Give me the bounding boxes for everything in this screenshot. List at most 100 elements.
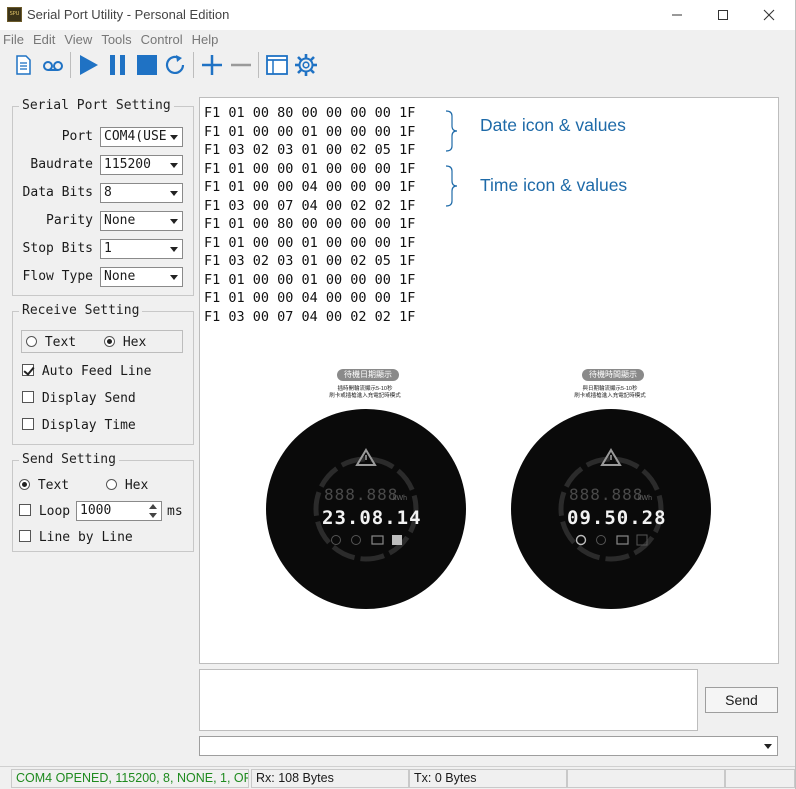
send-history-select[interactable] — [199, 736, 778, 756]
send-hex-label: Hex — [124, 478, 149, 493]
caption-line: 刷卡或插槍進入充電記時模式 — [574, 393, 646, 399]
display-time-checkbox[interactable]: Display Time — [22, 418, 136, 433]
baudrate-label: Baudrate — [30, 157, 93, 172]
baudrate-select[interactable]: 115200 — [100, 155, 183, 175]
stop-button[interactable] — [134, 52, 160, 78]
caption-line: 插時開輪流顯示5-10秒 — [337, 386, 393, 392]
play-icon — [80, 55, 98, 75]
remove-button[interactable] — [228, 52, 254, 78]
window-title: Serial Port Utility - Personal Edition — [27, 7, 230, 22]
menu-control[interactable]: Control — [141, 32, 183, 47]
status-bar: COM4 OPENED, 115200, 8, NONE, 1, OFF Rx:… — [0, 766, 795, 789]
loop-checkbox[interactable]: Loop — [19, 504, 70, 519]
parity-select[interactable]: None — [100, 211, 183, 231]
parity-value: None — [104, 213, 136, 228]
new-document-button[interactable] — [10, 52, 36, 78]
stop-bits-label: Stop Bits — [22, 241, 93, 256]
app-logo-icon: SPU — [7, 7, 22, 22]
receive-line: F1 01 00 00 01 00 00 00 1F — [204, 234, 416, 251]
energy-unit: kWh — [393, 495, 407, 502]
data-bits-label: Data Bits — [22, 185, 93, 200]
receive-hex-radio[interactable]: Hex — [104, 335, 146, 350]
maximize-icon — [718, 10, 728, 20]
send-text-radio[interactable]: Text — [19, 478, 69, 493]
display-send-checkbox[interactable]: Display Send — [22, 391, 136, 406]
line-by-line-label: Line by Line — [38, 530, 133, 545]
flow-type-value: None — [104, 269, 136, 284]
receive-line: F1 03 02 03 01 00 02 05 1F — [204, 253, 416, 269]
stop-bits-value: 1 — [104, 241, 112, 256]
loop-unit-label: ms — [167, 504, 183, 519]
receive-line: F1 03 00 07 04 00 02 02 1F — [204, 197, 416, 214]
send-text-label: Text — [37, 478, 70, 493]
status-icons — [575, 534, 648, 546]
receive-setting-title: Receive Setting — [19, 303, 143, 318]
send-setting-title: Send Setting — [19, 452, 119, 467]
receive-line: F1 01 00 00 04 00 00 00 1F — [204, 290, 416, 306]
stop-bits-select[interactable]: 1 — [100, 239, 183, 259]
radio-indicator — [104, 336, 115, 347]
date-digits: 23.08.14 — [322, 507, 422, 529]
chevron-down-icon — [170, 163, 178, 168]
date-brace — [445, 110, 458, 152]
menu-help[interactable]: Help — [192, 32, 219, 47]
menu-view[interactable]: View — [64, 32, 92, 47]
receive-line: F1 01 00 00 01 00 00 00 1F — [204, 271, 416, 288]
record-icon — [43, 61, 63, 71]
send-hex-radio[interactable]: Hex — [106, 478, 148, 493]
receive-line: F1 03 02 03 01 00 02 05 1F — [204, 142, 416, 158]
toolbar — [0, 48, 795, 82]
minimize-button[interactable] — [654, 0, 700, 30]
record-button[interactable] — [40, 52, 66, 78]
date-annotation: Date icon & values — [480, 115, 626, 135]
receive-line: F1 01 00 80 00 00 00 00 1F — [204, 105, 416, 121]
menu-tools[interactable]: Tools — [101, 32, 131, 47]
data-bits-value: 8 — [104, 185, 112, 200]
chevron-down-icon — [170, 135, 178, 140]
loop-interval-input[interactable]: 1000 — [76, 501, 162, 521]
pause-button[interactable] — [105, 52, 131, 78]
receive-area[interactable]: F1 01 00 80 00 00 00 00 1F F1 01 00 00 01… — [199, 97, 779, 664]
chevron-down-icon — [170, 247, 178, 252]
charger-display-date: 888.888 kWh 23.08.14 — [266, 409, 466, 609]
refresh-button[interactable] — [163, 52, 189, 78]
send-input[interactable] — [199, 669, 698, 731]
time-digits: 09.50.28 — [567, 507, 667, 529]
play-button[interactable] — [76, 52, 102, 78]
send-button[interactable]: Send — [705, 687, 778, 713]
energy-digits: 888.888 — [324, 485, 399, 504]
flow-type-select[interactable]: None — [100, 267, 183, 287]
menu-edit[interactable]: Edit — [33, 32, 55, 47]
radio-indicator — [26, 336, 37, 347]
auto-feed-line-checkbox[interactable]: Auto Feed Line — [22, 364, 151, 379]
data-bits-select[interactable]: 8 — [100, 183, 183, 203]
settings-button[interactable] — [293, 52, 319, 78]
checkbox-indicator — [22, 418, 34, 430]
receive-line: F1 03 00 07 04 00 02 02 1F — [204, 308, 416, 325]
maximize-button[interactable] — [700, 0, 746, 30]
remove-icon — [231, 63, 251, 67]
app-window: SPU Serial Port Utility - Personal Editi… — [0, 0, 796, 789]
menu-bar: File Edit View Tools Control Help — [0, 30, 795, 48]
chevron-down-icon — [170, 219, 178, 224]
receive-text-radio[interactable]: Text — [26, 335, 76, 350]
close-button[interactable] — [746, 0, 792, 30]
display-time-label: Display Time — [41, 418, 136, 433]
spin-arrows-icon — [149, 504, 157, 518]
display-send-label: Display Send — [41, 391, 136, 406]
checkbox-indicator — [19, 504, 31, 516]
window-icon — [266, 55, 288, 75]
chevron-down-icon — [764, 744, 772, 749]
minimize-icon — [672, 14, 682, 16]
checkbox-indicator — [22, 391, 34, 403]
line-by-line-checkbox[interactable]: Line by Line — [19, 530, 133, 545]
window-button[interactable] — [264, 52, 290, 78]
auto-feed-line-label: Auto Feed Line — [41, 364, 152, 379]
receive-text-label: Text — [44, 335, 77, 350]
port-select[interactable]: COM4(USE — [100, 127, 183, 147]
checkbox-indicator — [19, 530, 31, 542]
add-button[interactable] — [199, 52, 225, 78]
settings-icon — [295, 54, 317, 76]
menu-file[interactable]: File — [3, 32, 24, 47]
device-caption: 與日期輪流顯示5-10秒 刷卡或插槍進入充電記時模式 — [555, 386, 665, 400]
